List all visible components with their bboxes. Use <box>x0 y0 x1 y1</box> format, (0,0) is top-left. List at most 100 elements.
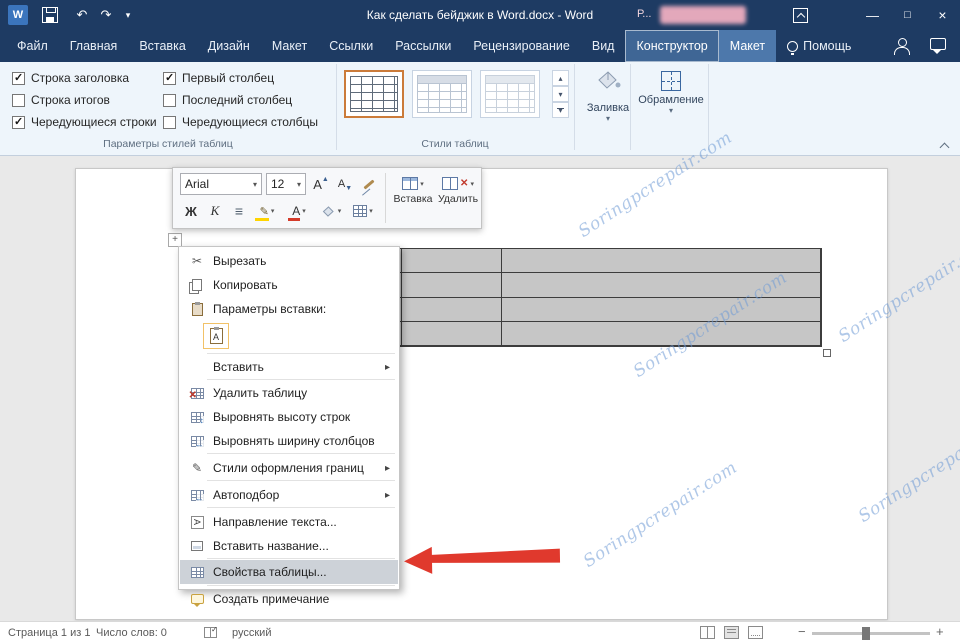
checkbox-label: Строка заголовка <box>31 71 130 85</box>
help-bulb-icon <box>787 40 799 55</box>
table-move-handle[interactable]: + <box>168 233 182 247</box>
tab-table-layout[interactable]: Макет <box>718 30 777 62</box>
insert-table-button[interactable]: ▾ Вставка <box>391 172 435 226</box>
tab-references[interactable]: Ссылки <box>318 30 384 62</box>
read-mode-button[interactable] <box>700 626 715 639</box>
delete-table-icon <box>442 177 459 190</box>
submenu-arrow-icon: ▸ <box>384 361 390 373</box>
menu-item-copy[interactable]: Копировать <box>180 273 398 297</box>
insert-label: Вставка <box>393 193 433 205</box>
proofing-book-icon[interactable] <box>204 625 218 638</box>
tab-review[interactable]: Рецензирование <box>462 30 581 62</box>
checkbox-banded-rows[interactable]: Чередующиеся строки <box>12 114 157 130</box>
page-number-status[interactable]: Страница 1 из 1 <box>8 627 90 639</box>
checkbox-total-row[interactable]: Строка итогов <box>12 92 110 108</box>
zoom-slider-track[interactable] <box>812 632 930 635</box>
account-person-icon[interactable] <box>893 38 910 55</box>
zoom-slider-knob[interactable] <box>862 627 870 640</box>
styles-scroll-down-button[interactable]: ▾ <box>552 86 569 102</box>
menu-item-insert[interactable]: Вставить ▸ <box>180 355 398 379</box>
borders-mini-button[interactable]: ▾ <box>348 199 378 223</box>
tab-insert[interactable]: Вставка <box>128 30 196 62</box>
checkbox-banded-columns[interactable]: Чередующиеся столбцы <box>163 114 318 130</box>
tab-table-design[interactable]: Конструктор <box>625 30 719 62</box>
status-bar: Страница 1 из 1 Число слов: 0 русский − … <box>0 621 960 643</box>
align-button[interactable]: ≡ <box>228 199 250 223</box>
table-cell[interactable] <box>402 321 502 346</box>
menu-item-text-direction[interactable]: А Направление текста... <box>180 510 398 534</box>
close-button[interactable]: × <box>925 0 960 30</box>
menu-item-delete-table[interactable]: ✕ Удалить таблицу <box>180 381 398 405</box>
menu-item-table-properties[interactable]: Свойства таблицы... <box>180 560 398 584</box>
italic-button[interactable]: К <box>204 199 226 223</box>
menu-item-insert-caption[interactable]: Вставить название... <box>180 534 398 558</box>
tab-home[interactable]: Главная <box>59 30 129 62</box>
ribbon-display-options-icon[interactable] <box>793 8 808 23</box>
grow-font-button[interactable]: А ▲ <box>310 173 332 195</box>
paste-keep-source-button[interactable]: A <box>203 323 229 349</box>
table-cell[interactable] <box>402 273 502 298</box>
title-bar: W ↶ ↷ ▾ Как сделать бейджик в Word.docx … <box>0 0 960 30</box>
tab-mailings[interactable]: Рассылки <box>384 30 462 62</box>
shrink-font-button[interactable]: А ▼ <box>334 173 356 195</box>
menu-item-new-comment[interactable]: Создать примечание <box>180 587 398 611</box>
menu-item-border-styles[interactable]: ✎ Стили оформления границ ▸ <box>180 456 398 480</box>
table-cell[interactable] <box>402 297 502 322</box>
zoom-out-button[interactable]: − <box>798 624 806 639</box>
zoom-in-button[interactable]: + <box>936 624 944 639</box>
menu-item-label: Стили оформления границ <box>213 461 364 475</box>
chevron-down-icon: ▾ <box>420 180 424 188</box>
table-cell[interactable] <box>502 297 821 322</box>
font-size-combo[interactable]: 12 ▾ <box>266 173 306 195</box>
table-cell[interactable] <box>502 249 821 274</box>
table-resize-handle[interactable] <box>823 349 831 357</box>
tab-help[interactable]: Помощь <box>776 30 862 62</box>
insert-table-icon <box>402 177 419 190</box>
format-painter-button[interactable] <box>358 173 380 195</box>
menu-item-cut[interactable]: ✂ Вырезать <box>180 249 398 273</box>
table-cell[interactable] <box>502 321 821 346</box>
shading-mini-button[interactable]: ▾ <box>316 199 346 223</box>
language-status[interactable]: русский <box>232 627 271 639</box>
table-style-thumbnail[interactable] <box>344 70 404 118</box>
font-color-button[interactable]: А ▾ <box>284 199 314 223</box>
maximize-button[interactable]: □ <box>890 0 925 30</box>
help-tab-label: Помощь <box>803 39 852 53</box>
menu-separator <box>207 453 395 454</box>
table-style-thumbnail[interactable] <box>480 70 540 118</box>
text-direction-icon: А <box>186 515 208 529</box>
chevron-down-icon: ▾ <box>605 114 610 123</box>
tab-design[interactable]: Дизайн <box>197 30 261 62</box>
table-style-thumbnail[interactable] <box>412 70 472 118</box>
font-name-combo[interactable]: Arial ▾ <box>180 173 262 195</box>
collapse-ribbon-icon[interactable] <box>938 140 952 152</box>
menu-item-autofit[interactable]: ↔ Автоподбор ▸ <box>180 483 398 507</box>
styles-scroll-up-button[interactable]: ▴ <box>552 70 569 86</box>
web-layout-button[interactable] <box>748 626 763 639</box>
menu-item-label: Вставить название... <box>213 539 329 553</box>
checkbox-first-column[interactable]: Первый столбец <box>163 70 274 86</box>
menu-item-label: Вставить <box>213 360 264 374</box>
minimize-button[interactable]: — <box>855 0 890 30</box>
checkbox-header-row[interactable]: Строка заголовка <box>12 70 129 86</box>
print-layout-button[interactable] <box>724 626 739 639</box>
highlight-color-button[interactable]: ✎ ▾ <box>252 199 282 223</box>
delete-table-button[interactable]: ✕ ▾ Удалить <box>437 172 479 226</box>
borders-button[interactable]: Обрамление ▾ <box>636 68 706 115</box>
word-count-status[interactable]: Число слов: 0 <box>96 627 167 639</box>
tab-layout[interactable]: Макет <box>261 30 318 62</box>
menu-item-distribute-columns[interactable]: ↔ Выровнять ширину столбцов <box>180 429 398 453</box>
delete-x-icon: ✕ <box>460 178 469 189</box>
shading-button[interactable]: Заливка ▾ <box>578 68 638 123</box>
bold-button[interactable]: Ж <box>180 199 202 223</box>
chevron-down-icon: ▾ <box>369 208 373 215</box>
delete-label: Удалить <box>437 193 479 205</box>
tab-file[interactable]: Файл <box>6 30 59 62</box>
table-cell[interactable] <box>402 249 502 274</box>
styles-more-button[interactable]: ▾ <box>552 102 569 118</box>
menu-separator <box>207 507 395 508</box>
tab-view[interactable]: Вид <box>581 30 626 62</box>
menu-item-distribute-rows[interactable]: ↕ Выровнять высоту строк <box>180 405 398 429</box>
comments-icon[interactable] <box>930 38 946 54</box>
checkbox-last-column[interactable]: Последний столбец <box>163 92 292 108</box>
